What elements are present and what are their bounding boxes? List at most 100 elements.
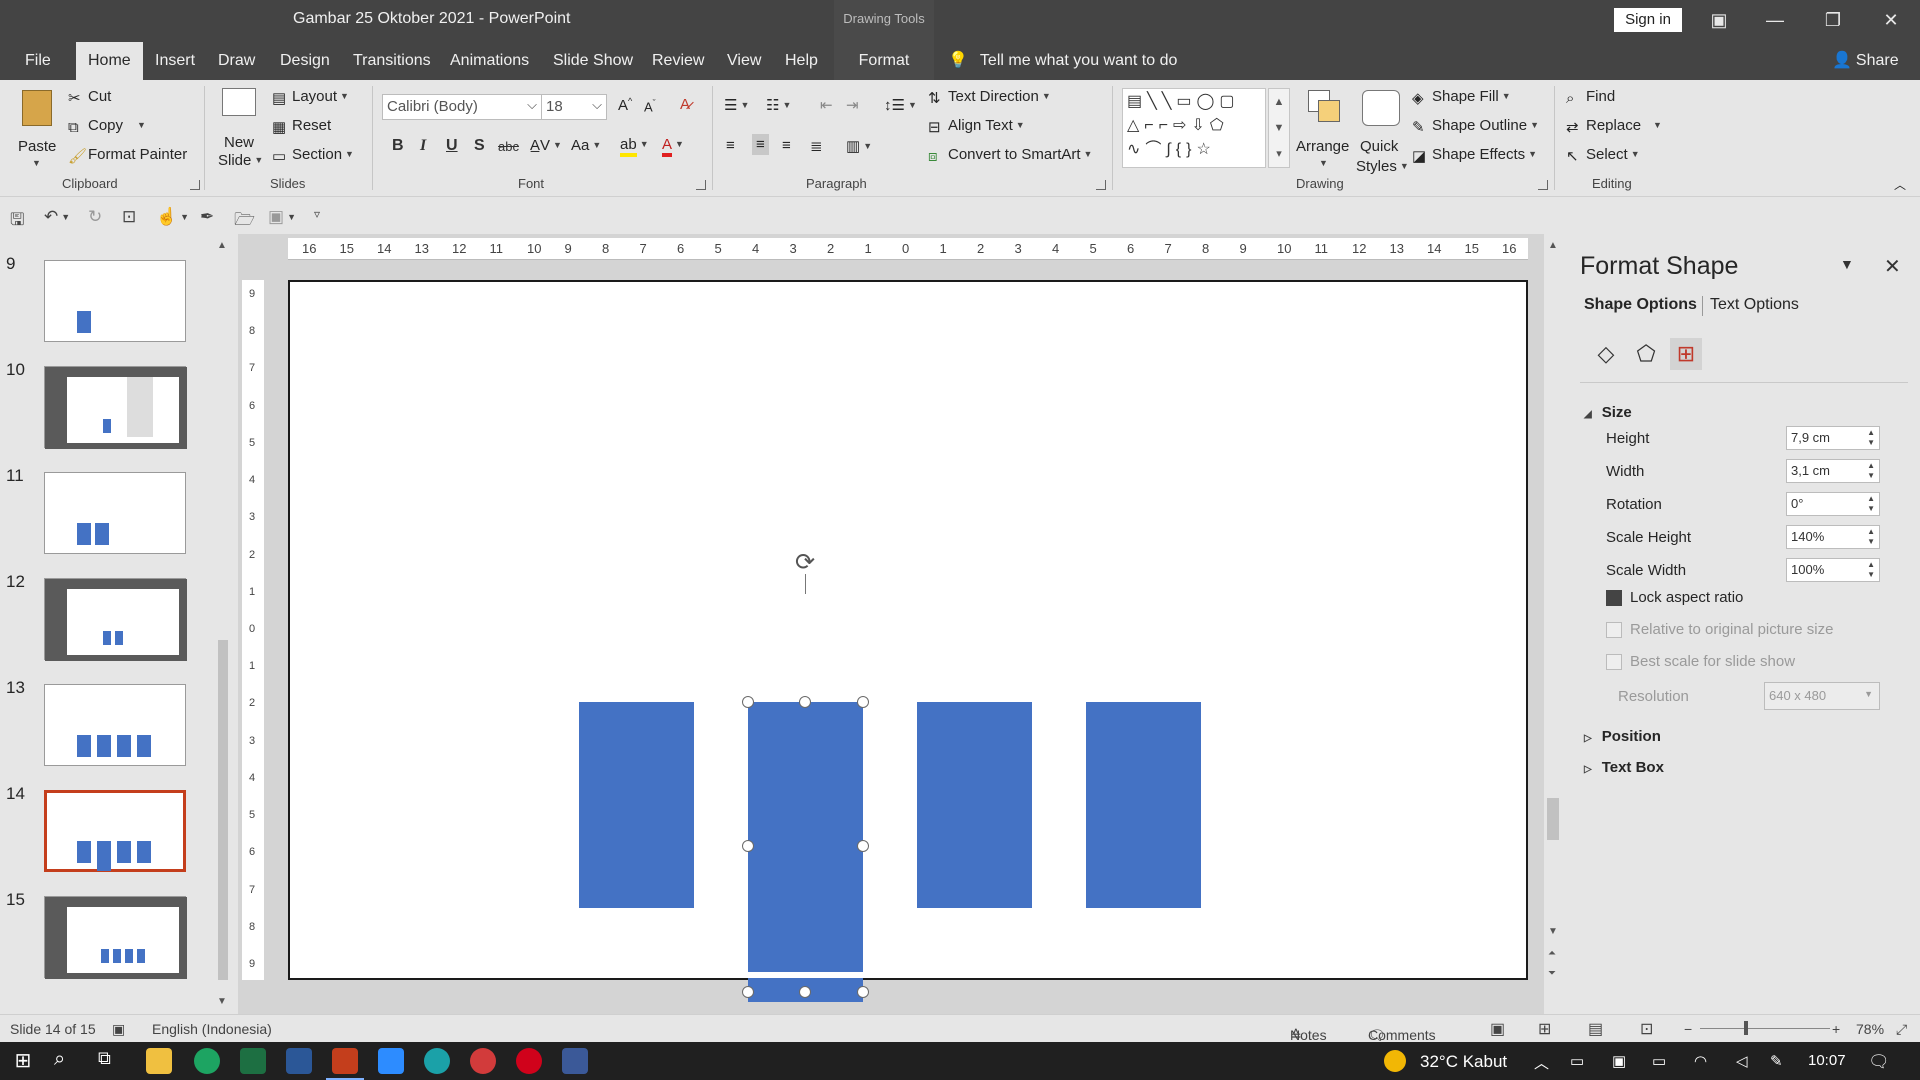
- shape-outline-button[interactable]: ✎ Shape Outline ▼: [1412, 117, 1539, 136]
- resolution-select[interactable]: 640 x 480 ▼: [1764, 682, 1880, 710]
- thumbnail-scroll-thumb[interactable]: [218, 640, 228, 980]
- zoom-level[interactable]: 78%: [1856, 1021, 1884, 1037]
- resize-handle[interactable]: [799, 986, 811, 998]
- format-painter-button[interactable]: 🖌Format Painter: [68, 146, 187, 165]
- resize-handle[interactable]: [799, 696, 811, 708]
- quick-styles-button[interactable]: Quick Styles ▼: [1356, 88, 1409, 178]
- find-button[interactable]: ⌕ Find: [1566, 88, 1615, 107]
- language-indicator[interactable]: English (Indonesia): [152, 1021, 272, 1037]
- scroll-down-icon[interactable]: ▼: [217, 996, 227, 1007]
- tab-review[interactable]: Review: [644, 42, 712, 80]
- powerpoint-icon[interactable]: [332, 1048, 358, 1074]
- align-text-button[interactable]: ⊟ Align Text ▼: [928, 117, 1025, 136]
- tab-help[interactable]: Help: [777, 42, 826, 80]
- shape-effects-button[interactable]: ◪ Shape Effects ▼: [1412, 146, 1537, 165]
- collapse-ribbon-icon[interactable]: ︿: [1894, 176, 1906, 193]
- customize-qat-icon[interactable]: ▿: [314, 207, 320, 221]
- size-properties-icon[interactable]: ⊞: [1670, 338, 1702, 370]
- file-explorer-icon[interactable]: [146, 1048, 172, 1074]
- minimize-icon[interactable]: —: [1752, 0, 1798, 40]
- effects-pentagon-icon[interactable]: ⬠: [1630, 338, 1662, 370]
- columns-icon[interactable]: ▥ ▼: [846, 137, 872, 155]
- paste-button[interactable]: Paste ▼: [14, 88, 58, 168]
- slide-thumbnail-12[interactable]: [44, 578, 187, 661]
- edge-icon[interactable]: [424, 1048, 450, 1074]
- scale-height-spinner[interactable]: 140% ▲ ▼: [1786, 525, 1880, 549]
- select-button[interactable]: ↖ Select ▼: [1566, 146, 1640, 165]
- touch-mode-icon[interactable]: ☝ ▼: [156, 207, 189, 227]
- clock[interactable]: 10:07: [1808, 1052, 1846, 1069]
- relative-size-checkbox[interactable]: [1606, 622, 1622, 638]
- resize-handle[interactable]: [742, 696, 754, 708]
- open-folder-icon[interactable]: 🗁: [234, 207, 255, 236]
- zoom-out-icon[interactable]: −: [1684, 1021, 1692, 1037]
- tab-animations[interactable]: Animations: [442, 42, 537, 80]
- search-icon[interactable]: ⌕: [54, 1048, 80, 1074]
- show-hidden-icons[interactable]: ︿: [1534, 1052, 1549, 1073]
- text-direction-button[interactable]: ⇅ Text Direction ▼: [928, 88, 1051, 107]
- opera-icon[interactable]: [516, 1048, 542, 1074]
- text-shadow-button[interactable]: S: [474, 137, 485, 155]
- editor-scrollbar[interactable]: ▲ ▼ ⏶ ⏷: [1544, 234, 1562, 1014]
- slide-thumbnail-10[interactable]: [44, 366, 187, 449]
- slide-canvas[interactable]: [288, 280, 1528, 980]
- layout-button[interactable]: ▤ Layout ▼: [272, 88, 349, 107]
- spellcheck-icon[interactable]: ▣: [112, 1021, 125, 1038]
- tab-shape-options[interactable]: Shape Options: [1584, 296, 1697, 314]
- numbering-icon[interactable]: ☷ ▼: [766, 96, 791, 114]
- change-case-button[interactable]: Aa ▼: [571, 137, 601, 154]
- zoom-app-icon[interactable]: [378, 1048, 404, 1074]
- decrease-font-icon[interactable]: Aˇ: [644, 98, 656, 114]
- cut-button[interactable]: ✂ Cut: [68, 88, 111, 107]
- thumbnail-scrollbar[interactable]: ▲ ▼: [214, 240, 232, 1010]
- copy-button[interactable]: ⧉ Copy ▼: [68, 117, 146, 136]
- excel-icon[interactable]: [240, 1048, 266, 1074]
- tab-text-options[interactable]: Text Options: [1710, 296, 1799, 314]
- notifications-icon[interactable]: 🗨: [1868, 1052, 1890, 1072]
- facebook-icon[interactable]: [562, 1048, 588, 1074]
- tab-transitions[interactable]: Transitions: [345, 42, 439, 80]
- italic-button[interactable]: I: [420, 137, 426, 155]
- section-button[interactable]: ▭ Section ▼: [272, 146, 354, 165]
- insert-picture-icon[interactable]: ▣ ▼: [268, 207, 296, 227]
- character-spacing-icon[interactable]: A̲V ▼: [530, 137, 562, 154]
- arrange-button[interactable]: Arrange ▼: [1296, 88, 1349, 172]
- ribbon-display-options-icon[interactable]: ▣: [1696, 0, 1742, 40]
- sign-in-button[interactable]: Sign in: [1614, 8, 1682, 32]
- eyedropper-icon[interactable]: ✒: [200, 207, 214, 227]
- slide-thumbnail-9[interactable]: [44, 260, 186, 342]
- tab-insert[interactable]: Insert: [147, 42, 203, 80]
- slideshow-view-icon[interactable]: ⊡: [1640, 1019, 1653, 1039]
- rectangle-shape-2-selected[interactable]: [748, 702, 863, 972]
- font-family-select[interactable]: Calibri (Body) ⌵: [382, 94, 542, 120]
- justify-icon[interactable]: ≣: [810, 137, 823, 155]
- word-icon[interactable]: [286, 1048, 312, 1074]
- align-center-icon[interactable]: ≡: [752, 134, 769, 155]
- resize-handle[interactable]: [857, 696, 869, 708]
- tray-app-icon[interactable]: ▣: [1612, 1052, 1626, 1070]
- new-slide-button[interactable]: New Slide ▼: [214, 88, 264, 172]
- slide-thumbnail-13[interactable]: [44, 684, 186, 766]
- tell-me-search[interactable]: 💡 Tell me what you want to do: [948, 42, 1177, 80]
- height-spinner[interactable]: 7,9 cm ▲ ▼: [1786, 426, 1880, 450]
- position-section-header[interactable]: ▷ Position: [1584, 728, 1661, 745]
- tab-file[interactable]: File: [17, 42, 59, 80]
- font-color-icon[interactable]: A ▼: [662, 136, 684, 157]
- tab-view[interactable]: View: [719, 42, 769, 80]
- wifi-icon[interactable]: ◠: [1694, 1052, 1707, 1070]
- zoom-in-icon[interactable]: +: [1832, 1021, 1840, 1037]
- tab-format[interactable]: Format: [834, 42, 934, 80]
- next-slide-icon[interactable]: ⏷: [1548, 968, 1556, 979]
- pen-icon[interactable]: ✎: [1770, 1052, 1783, 1070]
- tab-draw[interactable]: Draw: [210, 42, 263, 80]
- tab-slide-show[interactable]: Slide Show: [545, 42, 641, 80]
- scroll-up-icon[interactable]: ▲: [217, 240, 227, 251]
- tab-design[interactable]: Design: [272, 42, 338, 80]
- slide-sorter-icon[interactable]: ⊞: [1538, 1019, 1551, 1039]
- resize-handle[interactable]: [742, 986, 754, 998]
- rectangle-shape-4[interactable]: [1086, 702, 1201, 908]
- tab-home[interactable]: Home: [76, 42, 143, 80]
- editor-scroll-thumb[interactable]: [1547, 798, 1559, 840]
- zoom-slider[interactable]: [1700, 1028, 1830, 1029]
- scale-width-spinner[interactable]: 100% ▲ ▼: [1786, 558, 1880, 582]
